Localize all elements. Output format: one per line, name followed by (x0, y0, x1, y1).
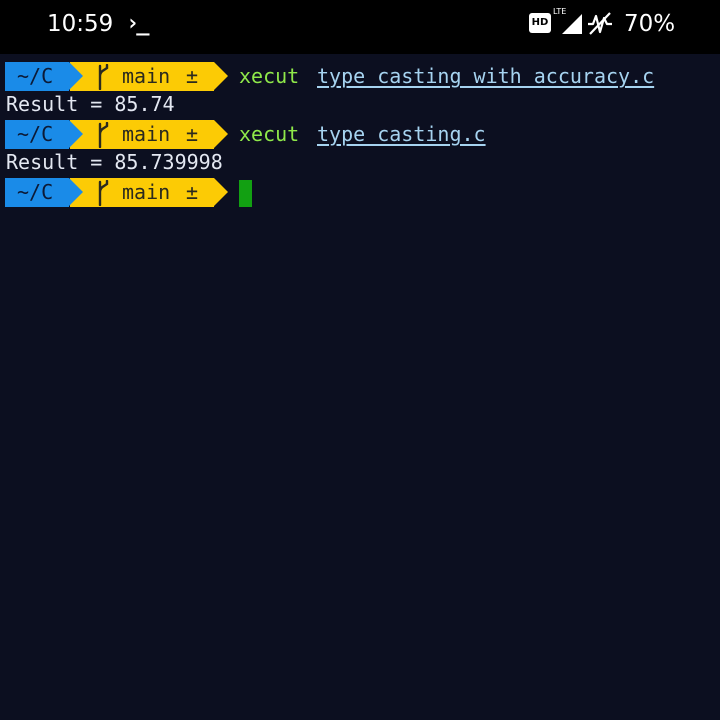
git-branch-icon (96, 179, 110, 207)
network-type-label: LTE (553, 7, 567, 16)
command-text: xecut (239, 122, 300, 146)
prompt-line: ~/C main ± (0, 176, 720, 207)
battery-level: 70% (624, 11, 676, 37)
command-output: Result = 85.739998 (6, 150, 223, 174)
directory-segment: ~/C (5, 120, 69, 149)
prompt-line: ~/C main ± xecut type_casting_with_accuracy.… (0, 60, 720, 91)
git-dirty-indicator: ± (186, 64, 199, 88)
directory-segment: ~/C (5, 178, 69, 207)
status-bar: 10:59 ›_ HD LTE 70% (0, 0, 720, 54)
git-branch-name: main (122, 64, 171, 88)
file-argument-link[interactable]: type_casting.c (317, 120, 486, 149)
terminal-icon: ›_ (126, 11, 149, 36)
command-text: xecut (239, 64, 300, 88)
command-output: Result = 85.74 (6, 92, 175, 116)
segment-separator (214, 62, 228, 90)
git-branch-icon (96, 121, 110, 149)
wifi-off-icon (586, 10, 614, 36)
segment-separator (69, 62, 83, 90)
segment-separator (214, 120, 228, 148)
file-argument-link[interactable]: type_casting_with_accuracy.c (317, 62, 654, 91)
git-branch-name: main (122, 180, 171, 204)
segment-separator (69, 178, 83, 206)
prompt-line: ~/C main ± xecut type_casting.c (0, 118, 720, 149)
directory-segment: ~/C (5, 62, 69, 91)
hd-icon: HD (529, 13, 551, 33)
segment-separator (69, 120, 83, 148)
git-branch-icon (96, 63, 110, 91)
git-dirty-indicator: ± (186, 180, 199, 204)
terminal-cursor[interactable] (239, 180, 252, 207)
cellular-signal-icon: LTE (553, 7, 585, 36)
git-dirty-indicator: ± (186, 122, 199, 146)
terminal-output[interactable]: ~/C main ± xecut type_casting_with_accuracy.… (0, 60, 720, 207)
clock: 10:59 (47, 11, 114, 37)
git-branch-name: main (122, 122, 171, 146)
segment-separator (214, 178, 228, 206)
